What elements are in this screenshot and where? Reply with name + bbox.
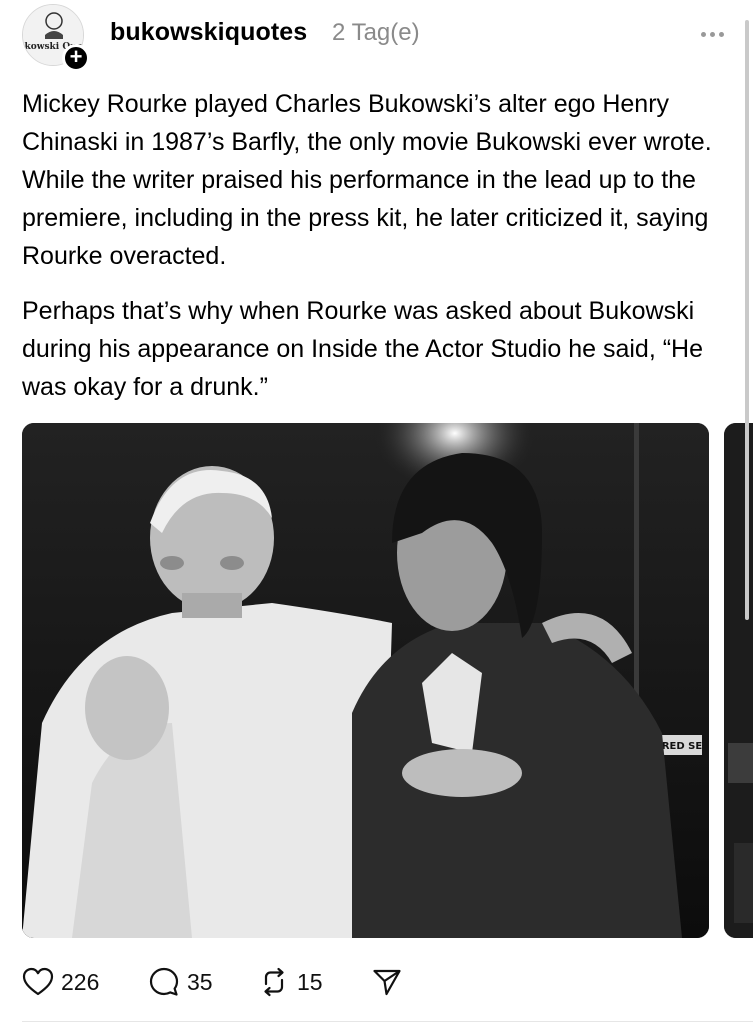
post-card: Bukowski Quotes + bukowskiquotes 2 Tag(e…	[0, 0, 753, 1024]
post-photo[interactable]: RED SE	[22, 423, 709, 938]
heart-icon	[22, 967, 54, 996]
username[interactable]: bukowskiquotes	[110, 18, 307, 47]
like-button[interactable]: 226	[22, 960, 99, 1004]
reply-button[interactable]: 35	[148, 960, 213, 1004]
follow-plus-button[interactable]: +	[62, 44, 90, 72]
avatar[interactable]: Bukowski Quotes +	[22, 4, 90, 72]
svg-text:RED SE: RED SE	[662, 741, 703, 752]
repost-count: 15	[297, 968, 323, 995]
share-icon	[373, 969, 401, 996]
post-timestamp: 2 Tag(e)	[332, 19, 420, 46]
comment-icon	[149, 967, 179, 996]
reply-count: 35	[187, 968, 213, 995]
like-count: 226	[61, 968, 100, 995]
repost-icon	[264, 967, 284, 997]
more-options-icon[interactable]	[697, 22, 727, 46]
post-text-paragraph-2: Perhaps that’s why when Rourke was asked…	[22, 297, 703, 401]
scrollbar[interactable]	[745, 20, 749, 620]
share-button[interactable]	[372, 960, 402, 1004]
post-text-paragraph-1: Mickey Rourke played Charles Bukowski’s …	[22, 90, 712, 270]
repost-button[interactable]: 15	[258, 960, 323, 1004]
post-divider	[22, 1021, 753, 1022]
